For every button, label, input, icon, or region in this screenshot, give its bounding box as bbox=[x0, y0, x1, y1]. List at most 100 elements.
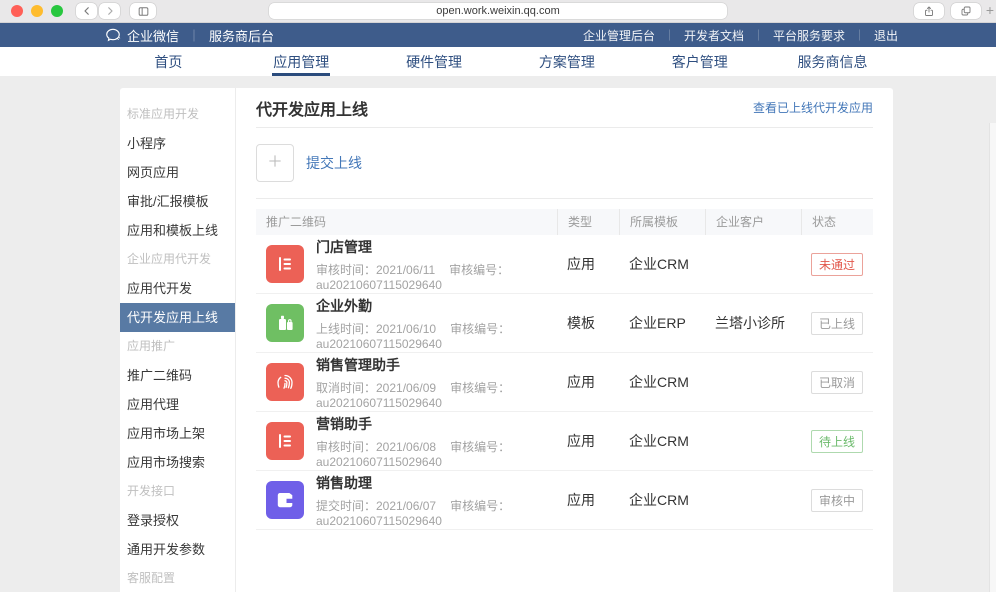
sidebar-group-dev-api: 开发接口 bbox=[120, 477, 235, 506]
tab-label: 首页 bbox=[154, 52, 182, 72]
view-released-apps-link[interactable]: 查看已上线代开发应用 bbox=[753, 99, 873, 116]
type-cell: 应用 bbox=[557, 490, 619, 510]
table-row[interactable]: 企业外勤上线时间：2021/06/10审核编号：au20210607115029… bbox=[256, 294, 873, 353]
sidebar-group-standard-app-dev: 标准应用开发 bbox=[120, 100, 235, 129]
bags-icon bbox=[266, 304, 304, 342]
type-cell: 应用 bbox=[557, 431, 619, 451]
column-header: 推广二维码 bbox=[256, 209, 557, 235]
app-info-text: 营销助手审核时间：2021/06/08审核编号：au20210607115029… bbox=[316, 414, 557, 469]
minimize-window-button[interactable] bbox=[31, 5, 43, 17]
app-info-text: 销售管理助手取消时间：2021/06/09审核编号：au202106071150… bbox=[316, 355, 557, 410]
portal-name: 服务商后台 bbox=[209, 26, 274, 45]
tab-customer-management[interactable]: 客户管理 bbox=[633, 47, 766, 76]
sidebar-item-app-proxy-dev[interactable]: 应用代开发 bbox=[120, 274, 235, 303]
template-cell: 企业CRM bbox=[619, 254, 705, 274]
sidebar-group-enterprise-app-proxy-dev: 企业应用代开发 bbox=[120, 245, 235, 274]
tab-label: 硬件管理 bbox=[406, 52, 462, 72]
topnav-links: 企业管理后台｜开发者文档｜平台服务要求｜退出 bbox=[583, 27, 898, 44]
sidebar-toggle-icon bbox=[137, 5, 150, 18]
table-body: 门店管理审核时间：2021/06/11审核编号：au20210607115029… bbox=[256, 235, 873, 530]
top-navbar: 企业微信 ｜ 服务商后台 企业管理后台｜开发者文档｜平台服务要求｜退出 bbox=[0, 23, 996, 47]
zoom-window-button[interactable] bbox=[51, 5, 63, 17]
app-meta: 审核时间：2021/06/08审核编号：au20210607115029640 bbox=[316, 438, 557, 469]
status-badge: 审核中 bbox=[811, 489, 863, 512]
tab-home[interactable]: 首页 bbox=[102, 47, 235, 76]
forward-button[interactable] bbox=[99, 3, 120, 19]
app-meta: 上线时间：2021/06/10审核编号：au20210607115029640 bbox=[316, 320, 557, 351]
app-info-cell: 销售管理助手取消时间：2021/06/09审核编号：au202106071150… bbox=[256, 355, 557, 410]
table-row[interactable]: 销售管理助手取消时间：2021/06/09审核编号：au202106071150… bbox=[256, 353, 873, 412]
tab-solution-management[interactable]: 方案管理 bbox=[500, 47, 633, 76]
tab-overview-button[interactable] bbox=[951, 3, 981, 19]
tab-app-management[interactable]: 应用管理 bbox=[235, 47, 368, 76]
sidebar-item-approval-report-template[interactable]: 审批/汇报模板 bbox=[120, 187, 235, 216]
scrollbar[interactable] bbox=[989, 123, 996, 592]
table-header: 推广二维码类型所属模板企业客户状态 bbox=[256, 209, 873, 235]
share-button[interactable] bbox=[914, 3, 944, 19]
sidebar-item-web-app[interactable]: 网页应用 bbox=[120, 158, 235, 187]
main-nav-tabbar: 首页 应用管理 硬件管理 方案管理 客户管理服务商信息 bbox=[0, 47, 996, 76]
app-info-cell: 营销助手审核时间：2021/06/08审核编号：au20210607115029… bbox=[256, 414, 557, 469]
tab-label: 方案管理 bbox=[539, 52, 595, 72]
forward-icon bbox=[104, 5, 116, 17]
status-badge: 已取消 bbox=[811, 371, 863, 394]
app-name: 销售助理 bbox=[316, 473, 557, 493]
type-cell: 应用 bbox=[557, 372, 619, 392]
list-icon bbox=[266, 422, 304, 460]
app-meta-time: 提交时间：2021/06/07 bbox=[316, 499, 436, 513]
sidebar-item-login-auth[interactable]: 登录授权 bbox=[120, 506, 235, 535]
sidebar-item-app-agent[interactable]: 应用代理 bbox=[120, 390, 235, 419]
submit-release-button[interactable] bbox=[256, 144, 294, 182]
app-meta-time: 取消时间：2021/06/09 bbox=[316, 381, 436, 395]
sidebar-item-promo-qrcode[interactable]: 推广二维码 bbox=[120, 361, 235, 390]
status-badge: 待上线 bbox=[811, 430, 863, 453]
divider: ｜ bbox=[854, 27, 865, 43]
wechat-work-logo-icon bbox=[105, 27, 121, 43]
sidebar-item-mini-program[interactable]: 小程序 bbox=[120, 129, 235, 158]
sidebar-item-app-market-search[interactable]: 应用市场搜索 bbox=[120, 448, 235, 477]
topnav-link[interactable]: 企业管理后台 bbox=[583, 27, 655, 44]
new-tab-button[interactable]: + bbox=[985, 2, 995, 18]
back-icon bbox=[81, 5, 93, 17]
brand[interactable]: 企业微信 ｜ 服务商后台 bbox=[105, 26, 274, 45]
tab-provider-info[interactable]: 服务商信息 bbox=[766, 47, 899, 76]
address-bar[interactable]: open.work.weixin.qq.com bbox=[269, 3, 727, 19]
sidebar-item-proxy-dev-app-release[interactable]: 代开发应用上线 bbox=[120, 303, 235, 332]
app-name: 企业外勤 bbox=[316, 296, 557, 316]
tab-hardware-management[interactable]: 硬件管理 bbox=[368, 47, 501, 76]
url-text: open.work.weixin.qq.com bbox=[436, 5, 560, 17]
table-row[interactable]: 营销助手审核时间：2021/06/08审核编号：au20210607115029… bbox=[256, 412, 873, 471]
topnav-link[interactable]: 平台服务要求 bbox=[773, 27, 845, 44]
table-row[interactable]: 销售助理提交时间：2021/06/07审核编号：au20210607115029… bbox=[256, 471, 873, 530]
list-icon bbox=[266, 245, 304, 283]
sidebar-toggle-button[interactable] bbox=[130, 3, 156, 19]
topnav-link[interactable]: 退出 bbox=[874, 27, 898, 44]
customer-cell: 兰塔小诊所 bbox=[705, 313, 801, 333]
divider: ｜ bbox=[188, 27, 200, 44]
submit-release-label[interactable]: 提交上线 bbox=[306, 153, 362, 173]
share-icon bbox=[923, 5, 935, 18]
app-info-text: 销售助理提交时间：2021/06/07审核编号：au20210607115029… bbox=[316, 473, 557, 528]
column-header: 企业客户 bbox=[705, 209, 801, 235]
topnav-link[interactable]: 开发者文档 bbox=[684, 27, 744, 44]
brand-name: 企业微信 bbox=[127, 26, 179, 45]
page-background: 标准应用开发小程序网页应用审批/汇报模板应用和模板上线企业应用代开发应用代开发代… bbox=[0, 76, 996, 592]
app-info-text: 企业外勤上线时间：2021/06/10审核编号：au20210607115029… bbox=[316, 296, 557, 351]
main-panel: 标准应用开发小程序网页应用审批/汇报模板应用和模板上线企业应用代开发应用代开发代… bbox=[120, 88, 893, 592]
status-cell: 未通过 bbox=[801, 253, 873, 276]
type-cell: 模板 bbox=[557, 313, 619, 333]
template-cell: 企业ERP bbox=[619, 313, 705, 333]
status-cell: 已上线 bbox=[801, 312, 873, 335]
sidebar-item-common-dev-params[interactable]: 通用开发参数 bbox=[120, 535, 235, 564]
status-cell: 待上线 bbox=[801, 430, 873, 453]
sidebar-item-app-market-listing[interactable]: 应用市场上架 bbox=[120, 419, 235, 448]
sidebar-item-app-template-release[interactable]: 应用和模板上线 bbox=[120, 216, 235, 245]
table-row[interactable]: 门店管理审核时间：2021/06/11审核编号：au20210607115029… bbox=[256, 235, 873, 294]
back-button[interactable] bbox=[76, 3, 97, 19]
app-name: 营销助手 bbox=[316, 414, 557, 434]
close-window-button[interactable] bbox=[11, 5, 23, 17]
column-header: 状态 bbox=[801, 209, 873, 235]
submit-section: 提交上线 bbox=[256, 128, 873, 199]
wallet-icon bbox=[266, 481, 304, 519]
browser-chrome: open.work.weixin.qq.com + bbox=[0, 0, 996, 23]
